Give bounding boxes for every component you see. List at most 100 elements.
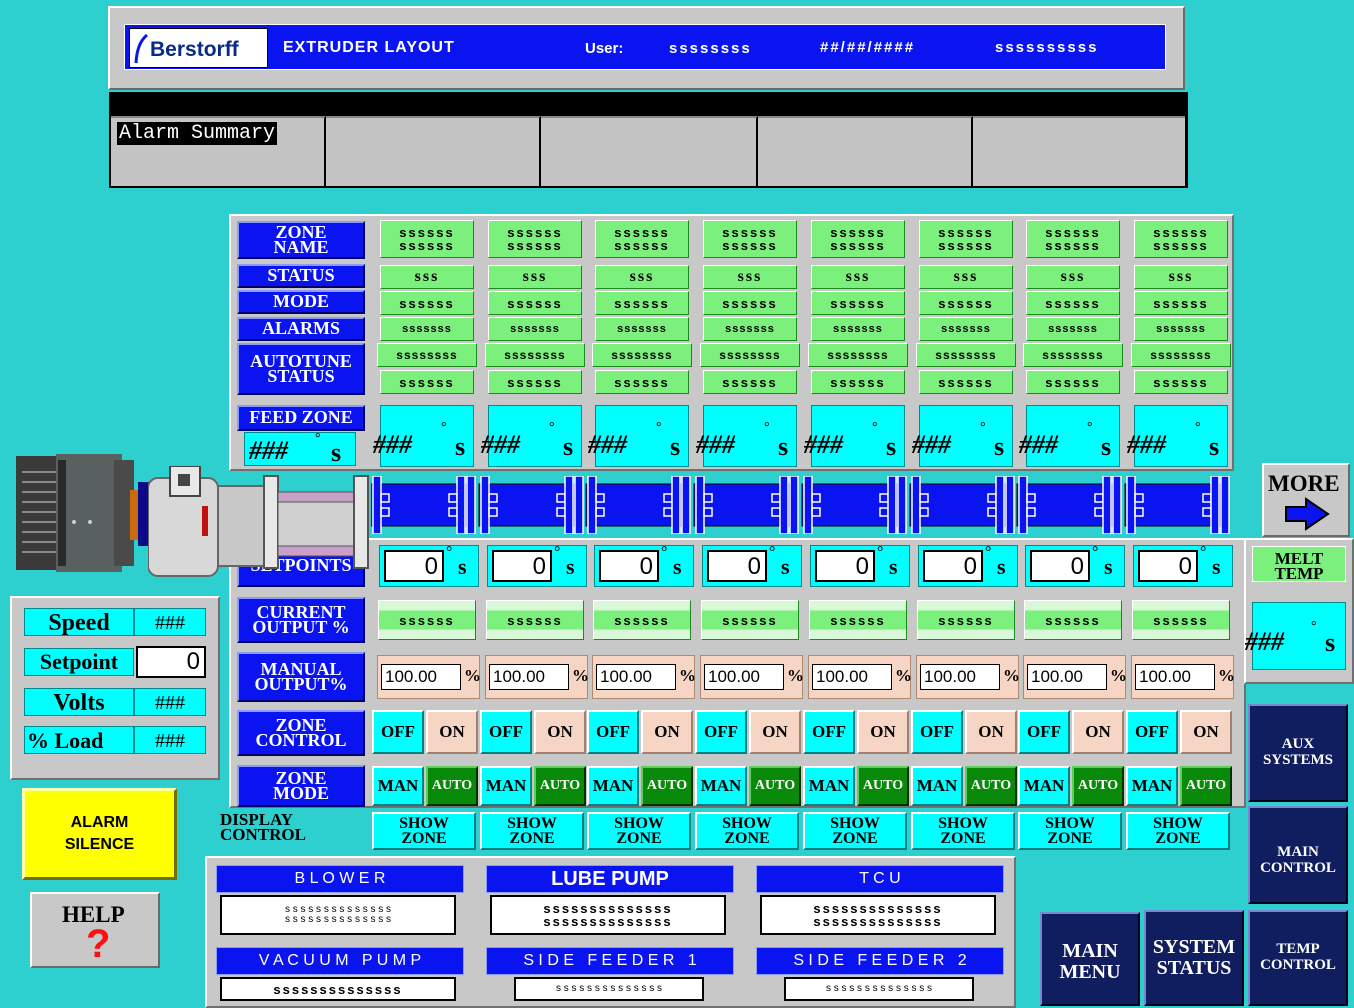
zone-alarms-box: sssssss xyxy=(1026,317,1120,341)
motor-panel: Speed ### Setpoint 0 Volts ### % Load ##… xyxy=(10,596,220,780)
manual-output-cell: 100.00 % xyxy=(377,655,481,699)
label-autotune-status: AUTOTUNE STATUS xyxy=(237,343,365,395)
zone-name-box: ssssss ssssss xyxy=(811,220,905,258)
temp-control-button[interactable]: TEMP CONTROL xyxy=(1248,910,1348,1006)
label-current-output: CURRENT OUTPUT % xyxy=(237,597,365,643)
zone-man-button[interactable]: MAN xyxy=(372,766,424,806)
zone-alarms-box: sssssss xyxy=(919,317,1013,341)
zone-auto-button[interactable]: AUTO xyxy=(534,766,586,806)
more-button[interactable]: MORE xyxy=(1262,463,1350,537)
manual-output-input[interactable]: 100.00 xyxy=(381,664,461,690)
zone-on-button[interactable]: ON xyxy=(749,710,801,754)
manual-output-input[interactable]: 100.00 xyxy=(812,664,892,690)
manual-output-input[interactable]: 100.00 xyxy=(920,664,1000,690)
zone-alarms-box: sssssss xyxy=(380,317,474,341)
zone-auto-button[interactable]: AUTO xyxy=(1180,766,1232,806)
zone-off-button[interactable]: OFF xyxy=(372,710,424,754)
show-zone-button[interactable]: SHOW ZONE xyxy=(695,812,799,850)
zone-man-button[interactable]: MAN xyxy=(1018,766,1070,806)
zone-man-button[interactable]: MAN xyxy=(695,766,747,806)
zone-auto-button[interactable]: AUTO xyxy=(857,766,909,806)
main-control-button[interactable]: MAIN CONTROL xyxy=(1248,806,1348,904)
volts-value: ### xyxy=(134,688,206,716)
zone-alarms-box: sssssss xyxy=(488,317,582,341)
zone-auto-button[interactable]: AUTO xyxy=(749,766,801,806)
show-zone-button[interactable]: SHOW ZONE xyxy=(480,812,584,850)
zone-autotune-detail-box: ssssss xyxy=(1134,370,1228,394)
main-menu-button[interactable]: MAIN MENU xyxy=(1040,912,1140,1006)
manual-output-input[interactable]: 100.00 xyxy=(704,664,784,690)
date-display: ##/##/#### xyxy=(820,39,916,56)
show-zone-button[interactable]: SHOW ZONE xyxy=(1018,812,1122,850)
zone-autotune-box: ssssssss xyxy=(377,343,477,367)
label-alarms: ALARMS xyxy=(237,317,365,341)
zone-off-button[interactable]: OFF xyxy=(1018,710,1070,754)
show-zone-button[interactable]: SHOW ZONE xyxy=(911,812,1015,850)
current-output-box: ssssss xyxy=(917,600,1015,640)
show-zone-button[interactable]: SHOW ZONE xyxy=(372,812,476,850)
manual-output-input[interactable]: 100.00 xyxy=(596,664,676,690)
aux-panel-title: V A C U U M P U M P xyxy=(216,947,464,975)
alarm-silence-button[interactable]: ALARM SILENCE xyxy=(22,788,177,880)
zone-on-button[interactable]: ON xyxy=(1072,710,1124,754)
zone-off-button[interactable]: OFF xyxy=(1126,710,1178,754)
label-feed-zone: FEED ZONE xyxy=(237,405,365,431)
zone-on-button[interactable]: ON xyxy=(426,710,478,754)
speed-value: ### xyxy=(134,608,206,636)
label-manual-output: MANUAL OUTPUT% xyxy=(237,652,365,702)
zone-on-button[interactable]: ON xyxy=(965,710,1017,754)
zone-auto-button[interactable]: AUTO xyxy=(1072,766,1124,806)
zone-man-button[interactable]: MAN xyxy=(480,766,532,806)
zone-mode-box: ssssss xyxy=(811,291,905,315)
label-zone-name: ZONE NAME xyxy=(237,221,365,259)
zone-man-button[interactable]: MAN xyxy=(911,766,963,806)
zone-mode-box: ssssss xyxy=(1026,291,1120,315)
zone-name-box: ssssss ssssss xyxy=(1134,220,1228,258)
zone-on-button[interactable]: ON xyxy=(641,710,693,754)
aux-systems-button[interactable]: AUX SYSTEMS xyxy=(1248,704,1348,802)
zone-name-box: ssssss ssssss xyxy=(919,220,1013,258)
user-value: ssssssss xyxy=(669,40,752,57)
arrow-right-icon xyxy=(1285,497,1330,531)
show-zone-button[interactable]: SHOW ZONE xyxy=(1126,812,1230,850)
zone-mode-box: ssssss xyxy=(380,291,474,315)
zone-off-button[interactable]: OFF xyxy=(803,710,855,754)
speed-setpoint-input[interactable]: 0 xyxy=(136,646,206,678)
zone-on-button[interactable]: ON xyxy=(534,710,586,754)
manual-output-input[interactable]: 100.00 xyxy=(1135,664,1215,690)
zone-off-button[interactable]: OFF xyxy=(695,710,747,754)
zone-autotune-detail-box: ssssss xyxy=(380,370,474,394)
zone-status-box: sss xyxy=(1026,265,1120,289)
user-label: User: xyxy=(585,40,624,57)
zone-auto-button[interactable]: AUTO xyxy=(426,766,478,806)
alarm-summary-panel[interactable]: Alarm Summary xyxy=(109,92,1188,188)
gearbox-icon xyxy=(148,466,369,577)
manual-output-input[interactable]: 100.00 xyxy=(1027,664,1107,690)
zone-man-button[interactable]: MAN xyxy=(803,766,855,806)
zone-on-button[interactable]: ON xyxy=(1180,710,1232,754)
zone-man-button[interactable]: MAN xyxy=(1126,766,1178,806)
label-zone-mode: ZONE MODE xyxy=(237,765,365,807)
show-zone-button[interactable]: SHOW ZONE xyxy=(803,812,907,850)
system-status-button[interactable]: SYSTEM STATUS xyxy=(1144,910,1244,1006)
current-output-box: ssssss xyxy=(1024,600,1122,640)
zone-autotune-detail-box: ssssss xyxy=(1026,370,1120,394)
zone-off-button[interactable]: OFF xyxy=(911,710,963,754)
aux-panel-status: ssssssssssssss ssssssssssssss xyxy=(490,895,726,935)
aux-panel-status: s s s s s s s s s s s s s s xyxy=(784,977,974,1001)
zone-autotune-detail-box: ssssss xyxy=(811,370,905,394)
screen-title: EXTRUDER LAYOUT xyxy=(283,39,455,56)
show-zone-button[interactable]: SHOW ZONE xyxy=(587,812,691,850)
zone-on-button[interactable]: ON xyxy=(857,710,909,754)
zone-off-button[interactable]: OFF xyxy=(587,710,639,754)
manual-output-input[interactable]: 100.00 xyxy=(489,664,569,690)
zone-man-button[interactable]: MAN xyxy=(587,766,639,806)
zone-auto-button[interactable]: AUTO xyxy=(965,766,1017,806)
help-button[interactable]: HELP ? xyxy=(30,892,160,968)
zone-autotune-box: ssssssss xyxy=(1131,343,1231,367)
zone-auto-button[interactable]: AUTO xyxy=(641,766,693,806)
manual-output-cell: 100.00 % xyxy=(1023,655,1127,699)
zone-off-button[interactable]: OFF xyxy=(480,710,532,754)
setpoint-label: Setpoint xyxy=(24,648,134,676)
melt-temp-label: MELT TEMP xyxy=(1252,546,1346,582)
